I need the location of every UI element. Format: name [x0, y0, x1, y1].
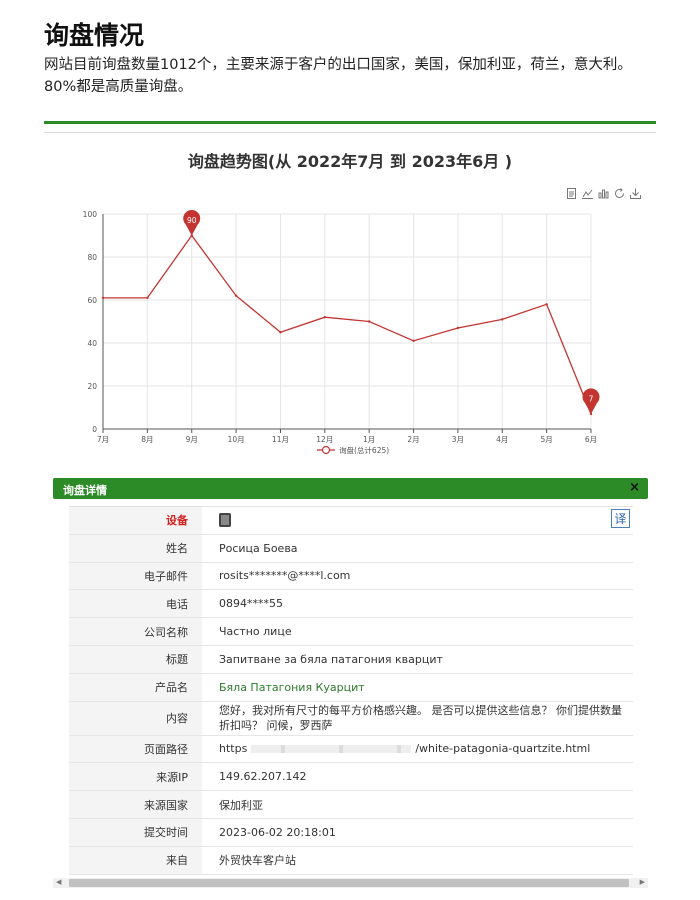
data-point — [367, 320, 371, 323]
x-tick-label: 2月 — [407, 435, 419, 444]
detail-value: 您好，我对所有尺寸的每平方价格感兴趣。 是否可以提供这些信息？ 你们提供数量折扣… — [219, 704, 622, 733]
detail-value: 保加利亚 — [219, 798, 263, 812]
detail-label: 来自 — [69, 846, 202, 874]
chart-toolbox — [566, 184, 641, 199]
y-tick-label: 0 — [92, 425, 97, 434]
detail-label: 来源国家 — [69, 791, 202, 818]
data-point — [545, 303, 548, 306]
detail-row-country: 来源国家 保加利亚 — [69, 791, 633, 819]
detail-label: 来源IP — [69, 763, 202, 791]
data-point — [412, 339, 415, 343]
page-path-suffix: /white-patagonia-quartzite.html — [415, 742, 591, 756]
detail-label: 电子邮件 — [69, 562, 202, 590]
detail-value: 外贸快车客户站 — [219, 854, 296, 868]
product-link[interactable]: Бяла Патагония Куарцит — [202, 674, 633, 701]
legend-label: 询盘(总计625) — [339, 445, 389, 455]
y-tick-label: 20 — [87, 382, 97, 391]
detail-row-content: 内容 您好，我对所有尺寸的每平方价格感兴趣。 是否可以提供这些信息？ 你们提供数… — [69, 701, 633, 736]
x-tick-label: 10月 — [228, 435, 245, 444]
green-divider — [44, 121, 656, 124]
detail-row-phone: 电话 0894****55 — [69, 590, 633, 619]
tablet-icon — [219, 513, 231, 528]
data-point — [146, 296, 149, 300]
y-tick-label: 40 — [87, 339, 97, 348]
detail-row-time: 提交时间 2023-06-02 20:18:01 — [69, 818, 633, 847]
detail-value: 0894****55 — [219, 597, 283, 611]
detail-row-company: 公司名称 Частно лице — [69, 618, 633, 646]
detail-row-email: 电子邮件 rosits*******@****l.com — [69, 562, 633, 591]
panel-header: 询盘详情 × — [53, 478, 648, 499]
detail-label: 页面路径 — [69, 735, 202, 763]
detail-label: 公司名称 — [69, 618, 202, 645]
detail-label: 产品名 — [69, 673, 202, 701]
detail-row-product: 产品名 Бяла Патагония Куарцит — [69, 673, 633, 702]
detail-label: 设备 — [69, 507, 202, 534]
y-tick-label: 60 — [87, 296, 97, 305]
x-tick-label: 4月 — [496, 435, 508, 444]
marker-label: 7 — [589, 394, 594, 403]
x-tick-label: 12月 — [316, 435, 333, 444]
data-point — [234, 294, 238, 297]
translate-button[interactable]: 译 — [611, 509, 630, 528]
detail-label: 姓名 — [69, 534, 202, 562]
panel-title: 询盘详情 — [63, 484, 107, 497]
detail-label: 标题 — [69, 645, 202, 673]
refresh-icon[interactable] — [614, 184, 625, 198]
data-view-icon[interactable] — [566, 184, 577, 199]
download-icon[interactable] — [630, 184, 641, 199]
detail-table: 设备 译 姓名 Росица Боева 电子邮件 rosits*******@… — [69, 506, 633, 875]
redacted-url — [251, 744, 412, 753]
series-line — [103, 234, 592, 415]
detail-value: Частно лице — [219, 625, 292, 639]
x-tick-label: 8月 — [141, 435, 153, 444]
scrollbar-thumb[interactable] — [69, 879, 629, 887]
line-switch-icon[interactable] — [582, 184, 593, 199]
detail-value: Росица Боева — [219, 541, 298, 555]
x-tick-label: 9月 — [186, 435, 198, 444]
data-point — [101, 296, 105, 300]
legend-symbol — [321, 445, 331, 455]
x-tick-label: 1月 — [363, 435, 375, 444]
scroll-right-icon[interactable]: ▶ — [640, 878, 645, 886]
intro-text: 网站目前询盘数量1012个，主要来源于客户的出口国家，美国，保加利亚，荷兰，意大… — [44, 57, 632, 95]
data-point — [279, 331, 282, 334]
detail-row-device: 设备 译 — [69, 507, 633, 535]
y-tick-label: 100 — [83, 210, 98, 219]
x-tick-label: 6月 — [585, 435, 597, 444]
data-point — [323, 316, 327, 319]
detail-row-subject: 标题 Запитване за бяла патагония кварцит — [69, 645, 633, 674]
horizontal-scrollbar[interactable]: ◀ ▶ — [53, 878, 648, 888]
detail-row-page-path: 页面路径 https /white-patagonia-quartzite.ht… — [69, 735, 633, 764]
page-path-prefix: https — [219, 742, 248, 756]
inquiry-trend-chart: 0 20 40 60 80 100 7月 8月 9月 10月 11月 12月 1月 2月 3月 4月 5月 6月 9… — [83, 209, 600, 455]
detail-label: 内容 — [69, 701, 202, 735]
bar-switch-icon[interactable] — [598, 184, 609, 199]
x-tick-label: 11月 — [272, 435, 289, 444]
page-title: 询盘情况 — [44, 21, 145, 50]
marker-label: 90 — [187, 216, 197, 225]
data-point — [501, 318, 504, 321]
x-tick-label: 7月 — [97, 435, 109, 444]
detail-row-name: 姓名 Росица Боева — [69, 534, 633, 563]
detail-label: 提交时间 — [69, 818, 202, 846]
x-tick-label: 5月 — [540, 435, 552, 444]
scroll-left-icon[interactable]: ◀ — [56, 878, 61, 886]
detail-value: 2023-06-02 20:18:01 — [219, 825, 336, 839]
detail-value: 149.62.207.142 — [219, 770, 307, 784]
grey-divider — [44, 132, 656, 133]
data-point — [456, 326, 460, 330]
chart-title: 询盘趋势图(从 2022年7月 到 2023年6月 ) — [187, 152, 513, 171]
close-icon[interactable]: × — [629, 480, 640, 495]
detail-label: 电话 — [69, 590, 202, 618]
detail-row-source: 来自 外贸快车客户站 — [69, 846, 633, 875]
x-tick-label: 3月 — [452, 435, 464, 444]
detail-value: Запитване за бяла патагония кварцит — [219, 652, 443, 666]
detail-value: rosits*******@****l.com — [219, 569, 351, 583]
y-tick-label: 80 — [87, 253, 97, 262]
inquiry-detail-panel: 询盘详情 × 设备 译 姓名 Росица Боева 电子邮件 rosits*… — [53, 478, 648, 888]
detail-row-ip: 来源IP 149.62.207.142 — [69, 763, 633, 792]
